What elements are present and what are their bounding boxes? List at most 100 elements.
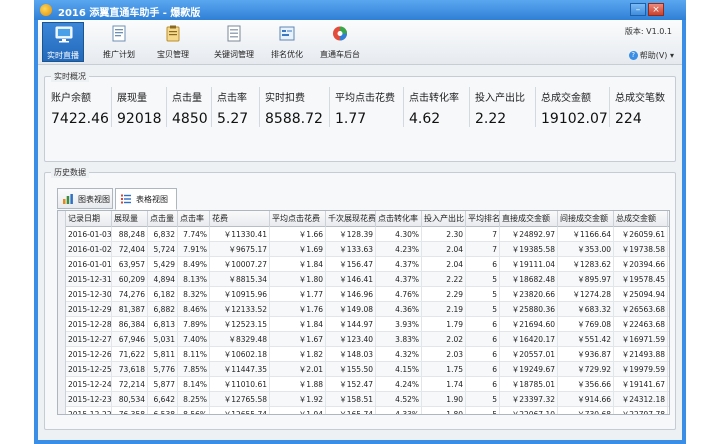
cell-ctr: 7.89%	[178, 317, 210, 332]
table-row[interactable]: 2015-12-30 74,276 6,182 8.32% ￥10915.96 ￥1.77…	[58, 287, 669, 302]
metric-divider	[469, 87, 470, 127]
row-selector[interactable]	[58, 242, 66, 257]
cell-conversion-rate: 4.52%	[376, 392, 422, 407]
row-selector[interactable]	[58, 272, 66, 287]
cell-avg-cpc: ￥1.84	[270, 317, 326, 332]
column-header-roi[interactable]: 投入产出比	[422, 211, 466, 227]
document-icon	[112, 25, 126, 42]
cell-cpm: ￥133.63	[326, 242, 376, 257]
table-row[interactable]: 2015-12-27 67,946 5,031 7.40% ￥8329.48 ￥1.67 ￥…	[58, 332, 669, 347]
metric-impressions: 展现量 92018	[117, 89, 162, 127]
table-row[interactable]: 2015-12-23 80,534 6,642 8.25% ￥12765.58 ￥1.92…	[58, 392, 669, 407]
column-header-total-orders[interactable]: 总成交笔	[668, 211, 669, 227]
row-selector[interactable]	[58, 211, 66, 227]
column-header-impressions[interactable]: 展现量	[112, 211, 148, 227]
row-selector[interactable]	[58, 302, 66, 317]
table-row[interactable]: 2016-01-01 63,957 5,429 8.49% ￥10007.27 ￥1.84…	[58, 257, 669, 272]
cell-spend: ￥12765.58	[210, 392, 270, 407]
row-selector[interactable]	[58, 257, 66, 272]
column-header-cpm[interactable]: 千次展现花费	[326, 211, 376, 227]
cell-avg-cpc: ￥1.82	[270, 347, 326, 362]
cell-roi: 1.80	[422, 407, 466, 414]
cell-direct-sales: ￥23397.32	[500, 392, 558, 407]
cell-direct-sales: ￥21694.60	[500, 317, 558, 332]
tool-promotion-plan[interactable]: 推广计划	[98, 22, 140, 62]
tool-keyword-management[interactable]: 关键词管理	[206, 22, 262, 62]
row-selector[interactable]	[58, 317, 66, 332]
column-header-avg-rank[interactable]: 平均排名	[466, 211, 500, 227]
cell-spend: ￥8329.48	[210, 332, 270, 347]
cell-clicks: 6,642	[148, 392, 178, 407]
cell-conversion-rate: 4.15%	[376, 362, 422, 377]
cell-impressions: 60,209	[112, 272, 148, 287]
metric-value: 92018	[117, 111, 162, 127]
column-header-conversion-rate[interactable]: 点击转化率	[376, 211, 422, 227]
cell-conversion-rate: 3.83%	[376, 332, 422, 347]
cell-cpm: ￥156.47	[326, 257, 376, 272]
table-row[interactable]: 2015-12-22 76,358 6,538 8.56% ￥12655.74 ￥1.94…	[58, 407, 669, 414]
metric-label: 总成交笔数	[615, 93, 665, 104]
cell-ctr: 8.25%	[178, 392, 210, 407]
tool-realtime-live[interactable]: 实时直播	[42, 22, 84, 62]
metric-divider	[166, 87, 167, 127]
cell-impressions: 88,248	[112, 227, 148, 242]
cell-total-sales: ￥22463.68	[614, 317, 668, 332]
row-selector[interactable]	[58, 362, 66, 377]
cell-total-sales: ￥22797.78	[614, 407, 668, 414]
table-row[interactable]: 2015-12-24 72,214 5,877 8.14% ￥11010.61 ￥1.88…	[58, 377, 669, 392]
column-header-date[interactable]: 记录日期	[66, 211, 112, 227]
tool-item-management[interactable]: 宝贝管理	[148, 22, 198, 62]
table-row[interactable]: 2016-01-02 72,404 5,724 7.91% ￥9675.17 ￥1.69 ￥…	[58, 242, 669, 257]
cell-conversion-rate: 4.76%	[376, 287, 422, 302]
column-header-spend[interactable]: 花费	[210, 211, 270, 227]
column-header-total-sales[interactable]: 总成交金额	[614, 211, 668, 227]
cell-total-sales: ￥19979.59	[614, 362, 668, 377]
row-selector[interactable]	[58, 227, 66, 242]
tool-ranking-optimization[interactable]: 排名优化	[266, 22, 308, 62]
row-selector[interactable]	[58, 377, 66, 392]
metric-ctr: 点击率 5.27	[217, 89, 248, 127]
row-selector[interactable]	[58, 332, 66, 347]
cell-total-orders: 242	[668, 242, 669, 257]
cell-indirect-sales: ￥895.97	[558, 272, 614, 287]
column-header-ctr[interactable]: 点击率	[178, 211, 210, 227]
tab-label: 图表视图	[78, 195, 110, 204]
row-selector[interactable]	[58, 347, 66, 362]
tab-table-view[interactable]: 表格视图	[115, 188, 177, 210]
title-bar[interactable]: 2016 添翼直通车助手 - 爆款版 – ×	[34, 0, 686, 20]
table-row[interactable]: 2015-12-31 60,209 4,894 8.13% ￥8815.34 ￥1.80 ￥…	[58, 272, 669, 287]
table-row[interactable]: 2015-12-28 86,384 6,813 7.89% ￥12523.15 ￥1.84…	[58, 317, 669, 332]
table-row[interactable]: 2016-01-03 88,248 6,832 7.74% ￥11330.41 ￥1.66…	[58, 227, 669, 242]
metric-value: 1.77	[335, 111, 367, 127]
cell-impressions: 74,276	[112, 287, 148, 302]
cell-ctr: 7.74%	[178, 227, 210, 242]
cell-spend: ￥11330.41	[210, 227, 270, 242]
tab-chart-view[interactable]: 图表视图	[57, 188, 113, 209]
row-selector[interactable]	[58, 407, 66, 414]
row-selector[interactable]	[58, 392, 66, 407]
table-row[interactable]: 2015-12-29 81,387 6,882 8.46% ￥12133.52 ￥1.76…	[58, 302, 669, 317]
metric-label: 账户余额	[51, 93, 91, 104]
column-header-indirect-sales[interactable]: 间接成交金额	[558, 211, 614, 227]
close-button[interactable]: ×	[648, 3, 664, 16]
cell-avg-rank: 6	[466, 317, 500, 332]
table-row[interactable]: 2015-12-26 71,622 5,811 8.11% ￥10602.18 ￥1.82…	[58, 347, 669, 362]
cell-spend: ￥12523.15	[210, 317, 270, 332]
cell-impressions: 67,946	[112, 332, 148, 347]
history-data-table[interactable]: 记录日期 展现量 点击量 点击率 花费 平均点击花费 千次展现花费 点击转化率 投入产出比 平均排…	[57, 210, 670, 415]
column-header-direct-sales[interactable]: 直接成交金额	[500, 211, 558, 227]
metric-divider	[403, 87, 404, 127]
row-selector[interactable]	[58, 287, 66, 302]
column-header-clicks[interactable]: 点击量	[148, 211, 178, 227]
cell-total-sales: ￥19738.58	[614, 242, 668, 257]
help-menu[interactable]: ? 帮助(V) ▾	[628, 50, 674, 61]
minimize-button[interactable]: –	[630, 3, 646, 16]
tool-ztc-backend[interactable]: 直通车后台	[314, 22, 366, 62]
cell-total-sales: ￥24312.18	[614, 392, 668, 407]
cell-avg-rank: 6	[466, 332, 500, 347]
cell-conversion-rate: 4.30%	[376, 227, 422, 242]
cell-direct-sales: ￥18682.48	[500, 272, 558, 287]
cell-total-orders: 294	[668, 287, 669, 302]
table-row[interactable]: 2015-12-25 73,618 5,776 7.85% ￥11447.35 ￥2.01…	[58, 362, 669, 377]
column-header-avg-cpc[interactable]: 平均点击花费	[270, 211, 326, 227]
